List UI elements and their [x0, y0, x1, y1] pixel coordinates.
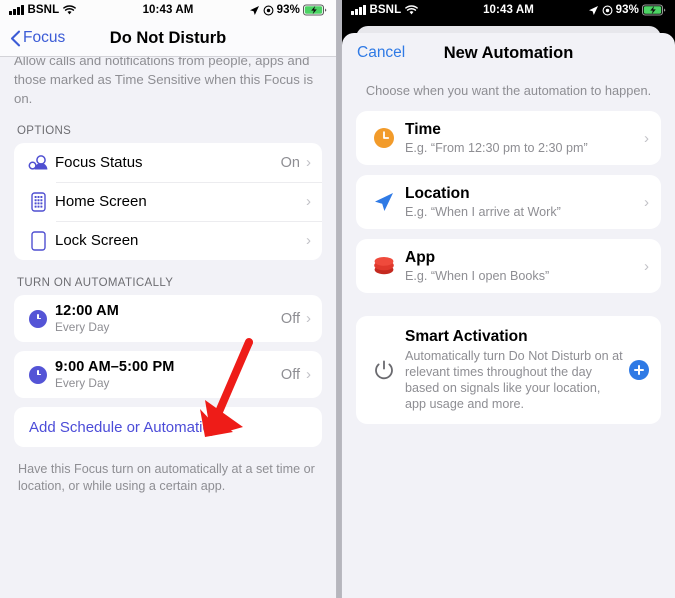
schedule-repeat: Every Day: [55, 320, 110, 334]
home-screen-icon: [25, 191, 51, 212]
row-focus-status[interactable]: Focus Status On ›: [14, 143, 322, 182]
status-bar-right-group: 93%: [249, 4, 327, 16]
row-home-screen[interactable]: Home Screen ›: [14, 182, 322, 221]
left-phone-panel: BSNL 10:43 AM 93% Focus Do Not Disturb A…: [0, 0, 337, 598]
schedule-time: 9:00 AM–5:00 PM: [55, 359, 175, 375]
location-arrow-icon: [249, 5, 259, 15]
smart-activation-card[interactable]: Smart Activation Automatically turn Do N…: [356, 316, 661, 424]
focus-status-icon: [25, 154, 51, 172]
automatically-section-header: TURN ON AUTOMATICALLY: [17, 277, 174, 289]
option-location[interactable]: Location E.g. “When I arrive at Work” ›: [356, 175, 661, 229]
power-icon: [368, 359, 400, 381]
option-app[interactable]: App E.g. “When I open Books” ›: [356, 239, 661, 293]
schedule-state: Off: [280, 310, 300, 327]
focus-circle-icon: [263, 5, 274, 15]
chevron-right-icon: ›: [644, 193, 649, 211]
schedule-card-2: 9:00 AM–5:00 PM Every Day Off ›: [14, 351, 322, 398]
chevron-right-icon: ›: [644, 129, 649, 147]
back-button[interactable]: Focus: [10, 29, 65, 47]
schedule-text: 12:00 AM Every Day: [51, 303, 281, 334]
add-schedule-or-automation-button[interactable]: Add Schedule or Automation: [14, 407, 322, 447]
option-text: Location E.g. “When I arrive at Work”: [400, 185, 644, 219]
row-label: Lock Screen: [55, 232, 139, 249]
add-schedule-label: Add Schedule or Automation: [29, 418, 220, 436]
focus-description-line2: those marked as Time Sensitive when this…: [14, 72, 314, 87]
battery-charging-icon: [642, 4, 666, 16]
chevron-right-icon: ›: [644, 257, 649, 275]
signal-bars-icon: [9, 5, 24, 15]
schedule-state: Off: [280, 366, 300, 383]
schedule-row-2[interactable]: 9:00 AM–5:00 PM Every Day Off ›: [14, 351, 322, 398]
focus-description-line3: on.: [14, 91, 33, 106]
schedule-row-1[interactable]: 12:00 AM Every Day Off ›: [14, 295, 322, 342]
option-title: Location: [405, 185, 470, 202]
row-lock-screen[interactable]: Lock Screen ›: [14, 221, 322, 260]
smart-activation-text: Smart Activation Automatically turn Do N…: [400, 328, 629, 412]
option-example: E.g. “When I open Books”: [405, 269, 550, 283]
battery-percent-label: 93%: [276, 4, 300, 16]
left-nav-bar: Focus Do Not Disturb: [0, 20, 336, 57]
sheet-subtitle: Choose when you want the automation to h…: [365, 83, 652, 98]
battery-percent-label: 93%: [615, 4, 639, 16]
right-phone-panel: BSNL 10:43 AM 93% Cancel New Automation …: [341, 0, 675, 598]
automatically-footnote: Have this Focus turn on automatically at…: [18, 462, 315, 493]
options-card: Focus Status On › Home Screen › Lock Scr…: [14, 143, 322, 260]
row-label: Focus Status: [55, 154, 143, 171]
focus-circle-icon: [602, 5, 613, 15]
clock-icon: [25, 365, 51, 384]
option-text: App E.g. “When I open Books”: [400, 249, 644, 283]
clock-icon: [25, 309, 51, 328]
screenshot-stage: BSNL 10:43 AM 93% Focus Do Not Disturb A…: [0, 0, 675, 598]
schedule-card-1: 12:00 AM Every Day Off ›: [14, 295, 322, 342]
option-example: E.g. “From 12:30 pm to 2:30 pm”: [405, 141, 588, 155]
chevron-right-icon: ›: [306, 232, 311, 249]
clock-icon: [368, 127, 400, 149]
status-bar-right-group: 93%: [588, 4, 666, 16]
schedule-text: 9:00 AM–5:00 PM Every Day: [51, 359, 281, 390]
schedule-time: 12:00 AM: [55, 303, 119, 319]
left-scroll-content: Allow calls and notifications from peopl…: [0, 53, 336, 495]
smart-activation-description: Automatically turn Do Not Disturb on at …: [405, 349, 623, 411]
location-arrow-icon: [368, 190, 400, 214]
chevron-left-icon: [10, 30, 21, 46]
option-example: E.g. “When I arrive at Work”: [405, 205, 561, 219]
status-bar-right: BSNL 10:43 AM 93%: [342, 0, 675, 20]
option-title: App: [405, 249, 436, 266]
new-automation-sheet: Cancel New Automation Choose when you wa…: [342, 33, 675, 598]
battery-charging-icon: [303, 4, 327, 16]
cancel-button[interactable]: Cancel: [357, 44, 405, 62]
wifi-icon: [63, 4, 77, 14]
option-time[interactable]: Time E.g. “From 12:30 pm to 2:30 pm” ›: [356, 111, 661, 165]
options-section-header: OPTIONS: [17, 125, 72, 137]
sheet-nav-bar: Cancel New Automation: [342, 33, 675, 73]
chevron-right-icon: ›: [306, 310, 311, 327]
back-button-label: Focus: [23, 29, 66, 46]
smart-activation-title: Smart Activation: [405, 328, 528, 345]
schedule-repeat: Every Day: [55, 376, 110, 390]
carrier-label: BSNL: [369, 4, 402, 16]
option-title: Time: [405, 121, 441, 138]
add-schedule-card: Add Schedule or Automation: [14, 407, 322, 447]
chevron-right-icon: ›: [306, 366, 311, 383]
chevron-right-icon: ›: [306, 154, 311, 171]
carrier-label: BSNL: [27, 4, 60, 16]
status-bar-left-group: BSNL: [9, 4, 77, 16]
row-value: On: [280, 154, 300, 171]
row-label: Home Screen: [55, 193, 147, 210]
app-stack-icon: [368, 256, 400, 276]
focus-description: Allow calls and notifications from peopl…: [14, 53, 322, 108]
option-text: Time E.g. “From 12:30 pm to 2:30 pm”: [400, 121, 644, 155]
wifi-icon: [405, 4, 419, 14]
plus-circle-icon[interactable]: [629, 360, 649, 380]
status-bar-left-group: BSNL: [351, 4, 419, 16]
chevron-right-icon: ›: [306, 193, 311, 210]
sheet-options-list: Time E.g. “From 12:30 pm to 2:30 pm” › L…: [342, 111, 675, 424]
lock-screen-icon: [25, 230, 51, 251]
status-bar-left: BSNL 10:43 AM 93%: [0, 0, 336, 20]
signal-bars-icon: [351, 5, 366, 15]
location-arrow-icon: [588, 5, 598, 15]
